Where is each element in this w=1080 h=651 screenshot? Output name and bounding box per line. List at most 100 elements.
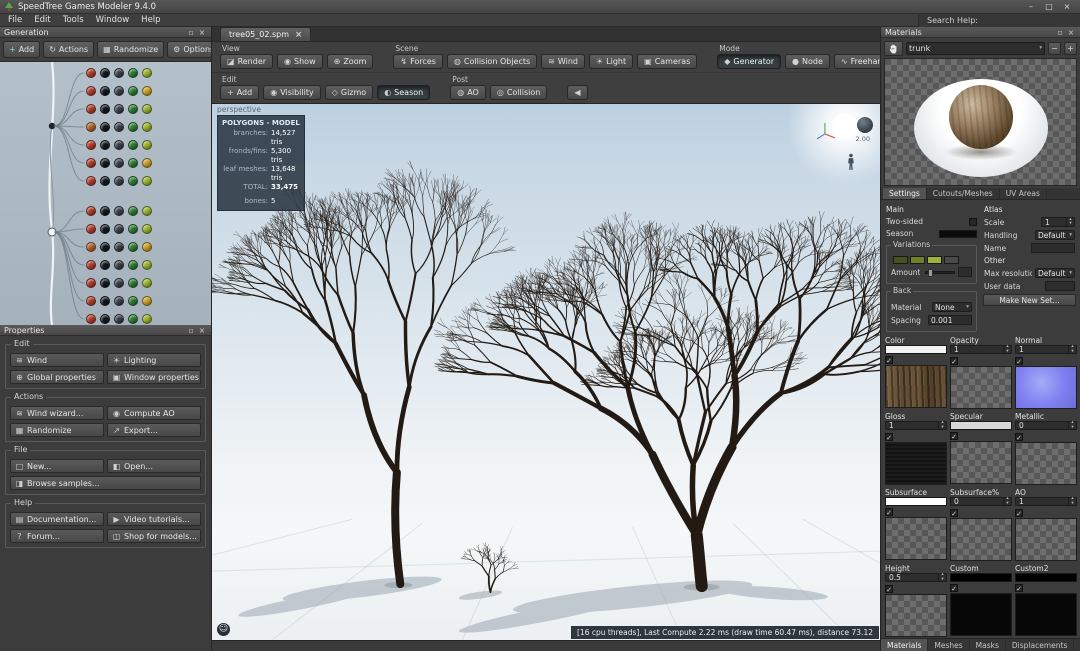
generator-node-icon[interactable]: [128, 206, 138, 216]
ao-texture-thumbnail[interactable]: [1015, 518, 1077, 561]
subsurface-color-swatch[interactable]: [885, 497, 947, 506]
generator-node-icon[interactable]: [86, 176, 96, 186]
visibility-button[interactable]: ◉ Visibility: [263, 85, 321, 100]
generator-node-icon[interactable]: [128, 158, 138, 168]
specular-enabled-checkbox[interactable]: ✓: [950, 431, 958, 441]
custom-color-swatch[interactable]: [950, 573, 1012, 582]
subsurface-enabled-checkbox[interactable]: ✓: [885, 507, 893, 517]
generator-node-icon[interactable]: [86, 140, 96, 150]
generator-node-icon[interactable]: [86, 224, 96, 234]
add-button[interactable]: + Add: [220, 85, 260, 100]
tab-close-icon[interactable]: ×: [295, 30, 302, 40]
search-help[interactable]: Search Help:: [918, 13, 1080, 27]
collision-objects-button[interactable]: ◍ Collision Objects: [446, 54, 538, 69]
node-graph[interactable]: [0, 62, 211, 325]
generator-node-icon[interactable]: [114, 104, 124, 114]
cameras-button[interactable]: ▣ Cameras: [637, 54, 698, 69]
specular-color-swatch[interactable]: [950, 421, 1012, 430]
generator-node-icon[interactable]: [100, 242, 110, 252]
documentation-button[interactable]: ▤ Documentation...: [10, 512, 104, 526]
spinner-down-icon[interactable]: ▾: [939, 577, 946, 583]
float-panel-icon[interactable]: ▫: [186, 28, 196, 37]
wind-button[interactable]: ≋ Wind: [10, 353, 104, 367]
generator-node-icon[interactable]: [114, 260, 124, 270]
panel-tab-materials[interactable]: Materials: [881, 639, 929, 651]
generator-node-icon[interactable]: [100, 158, 110, 168]
generator-node-icon[interactable]: [142, 242, 152, 252]
generator-node-icon[interactable]: [86, 68, 96, 78]
tab-settings[interactable]: Settings: [883, 188, 927, 199]
compute-ao-button[interactable]: ◉ Compute AO: [107, 406, 201, 420]
generator-node-icon[interactable]: [142, 158, 152, 168]
ao-spinner[interactable]: 1 ▴ ▾: [1015, 496, 1077, 506]
spinner-down-icon[interactable]: ▾: [1069, 349, 1076, 355]
wind-wizard-button[interactable]: ≋ Wind wizard...: [10, 406, 104, 420]
opacity-spinner[interactable]: 1 ▴ ▾: [950, 344, 1012, 354]
opacity-texture-thumbnail[interactable]: [950, 366, 1012, 409]
generator-node-icon[interactable]: [114, 176, 124, 186]
generator-node-icon[interactable]: [128, 176, 138, 186]
collision-button[interactable]: ◎ Collision: [489, 85, 548, 100]
browse-samples-button[interactable]: ◨ Browse samples...: [10, 476, 201, 490]
slider-thumb[interactable]: [928, 268, 933, 277]
generator-node-icon[interactable]: [86, 260, 96, 270]
generator-node-icon[interactable]: [142, 140, 152, 150]
generation-options-button[interactable]: ⚙Options: [167, 41, 211, 58]
generator-node-icon[interactable]: [128, 104, 138, 114]
spinner-down-icon[interactable]: ▾: [1067, 221, 1074, 227]
generator-button[interactable]: ◆ Generator: [717, 54, 782, 69]
generator-node-icon[interactable]: [86, 296, 96, 306]
user-data-input[interactable]: [1045, 281, 1075, 291]
document-tab[interactable]: tree05_02.spm ×: [220, 27, 312, 41]
back-button[interactable]: ◀: [567, 85, 588, 100]
minimize-button[interactable]: –: [1022, 0, 1040, 13]
generator-node-icon[interactable]: [142, 122, 152, 132]
render-button[interactable]: ◪ Render: [220, 54, 274, 69]
wind-button[interactable]: ≋ Wind: [541, 54, 585, 69]
generator-node-icon[interactable]: [128, 278, 138, 288]
generator-node-icon[interactable]: [128, 140, 138, 150]
gloss-enabled-checkbox[interactable]: ✓: [885, 432, 893, 442]
color-texture-thumbnail[interactable]: [885, 365, 947, 408]
two-sided-checkbox[interactable]: [969, 217, 977, 226]
custom2-enabled-checkbox[interactable]: ✓: [1015, 583, 1023, 593]
subsurface-enabled-checkbox[interactable]: ✓: [950, 508, 958, 518]
generator-node-icon[interactable]: [100, 86, 110, 96]
menu-edit[interactable]: Edit: [28, 15, 56, 25]
spinner-down-icon[interactable]: ▾: [1069, 425, 1076, 431]
generator-node-icon[interactable]: [128, 314, 138, 324]
generator-node-icon[interactable]: [86, 242, 96, 252]
generator-node-icon[interactable]: [86, 278, 96, 288]
normal-enabled-checkbox[interactable]: ✓: [1015, 356, 1023, 366]
generator-node-icon[interactable]: [100, 224, 110, 234]
material-select-dropdown[interactable]: trunk ▾: [906, 41, 1045, 55]
menu-window[interactable]: Window: [90, 15, 136, 25]
custom-texture-thumbnail[interactable]: [950, 593, 1012, 636]
generator-node-icon[interactable]: [114, 314, 124, 324]
menu-tools[interactable]: Tools: [57, 15, 90, 25]
generator-node-icon[interactable]: [114, 158, 124, 168]
window-properties-button[interactable]: ▣ Window properties: [107, 370, 201, 384]
panel-tab-displacements[interactable]: Displacements: [1006, 639, 1075, 651]
generator-node-icon[interactable]: [142, 296, 152, 306]
generator-node-icon[interactable]: [128, 296, 138, 306]
generator-node-icon[interactable]: [128, 86, 138, 96]
remove-material-button[interactable]: −: [1048, 41, 1061, 55]
lighting-button[interactable]: ☀ Lighting: [107, 353, 201, 367]
height-texture-thumbnail[interactable]: [885, 594, 947, 637]
node-button[interactable]: ● Node: [785, 54, 830, 69]
make-new-set-button[interactable]: Make New Set...: [983, 294, 1076, 306]
menu-help[interactable]: Help: [135, 15, 166, 25]
season-button[interactable]: ◐ Season: [377, 85, 431, 100]
generator-node-icon[interactable]: [100, 68, 110, 78]
variation-swatch[interactable]: [910, 256, 925, 264]
generator-node-icon[interactable]: [128, 122, 138, 132]
shop-for-models-button[interactable]: ◫ Shop for models...: [107, 529, 201, 543]
normal-texture-thumbnail[interactable]: [1015, 366, 1077, 409]
generator-node-icon[interactable]: [128, 68, 138, 78]
close-panel-icon[interactable]: ×: [197, 28, 207, 37]
generator-node-icon[interactable]: [142, 176, 152, 186]
subsurface-texture-thumbnail[interactable]: [885, 517, 947, 560]
generator-node-icon[interactable]: [142, 68, 152, 78]
generator-node-icon[interactable]: [142, 278, 152, 288]
